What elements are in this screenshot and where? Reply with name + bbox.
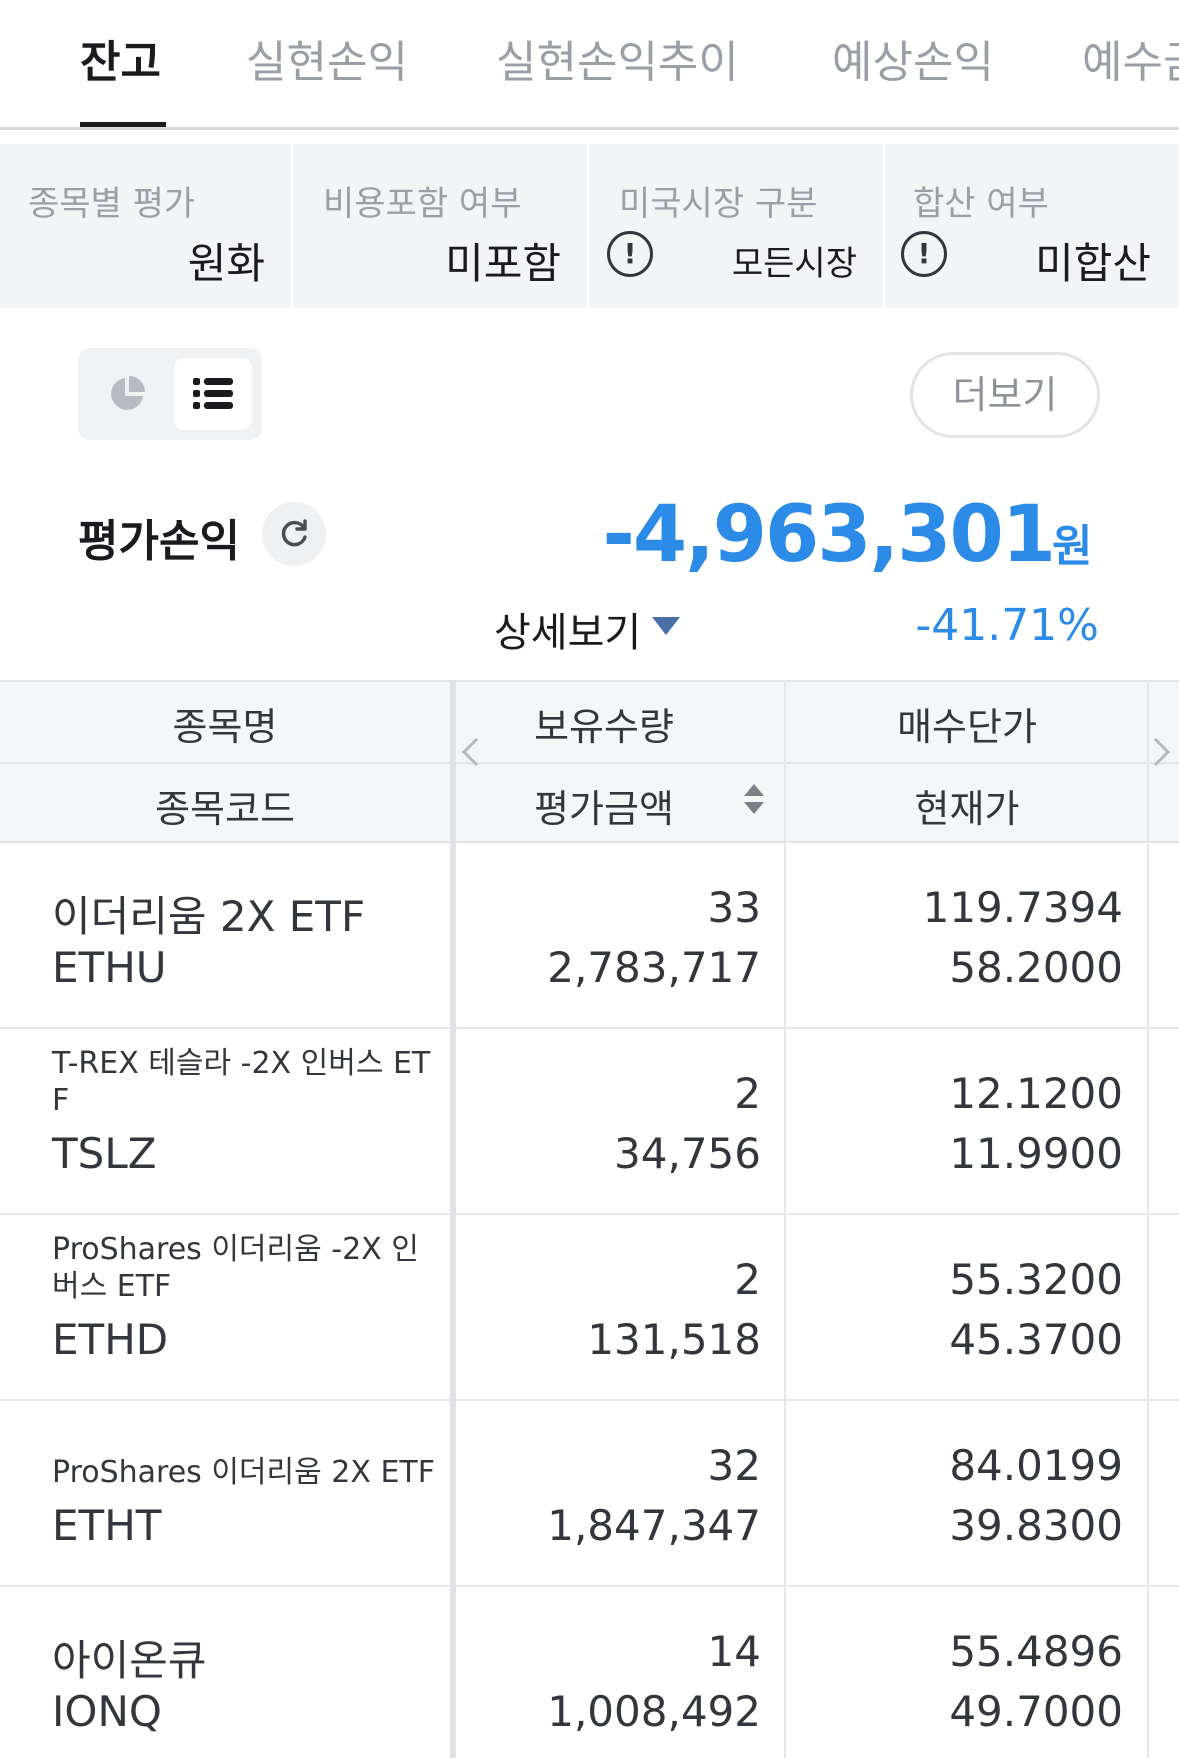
column-divider (784, 680, 786, 1758)
holding-quantity: 2 (734, 1255, 761, 1304)
filter-include-fees[interactable]: 비용포함 여부 미포함 (293, 144, 589, 308)
pie-chart-icon[interactable] (88, 358, 166, 430)
header-current-price: 현재가 (914, 787, 1020, 831)
info-icon[interactable]: ! (607, 231, 653, 277)
header-quantity: 보유수량 (534, 705, 674, 749)
filter-value: 미포함 (445, 239, 561, 288)
current-price: 11.9900 (949, 1129, 1123, 1178)
tab-expected-pnl[interactable]: 예상손익 (832, 26, 994, 90)
stock-code: TSLZ (52, 1129, 157, 1178)
stock-name: T-REX 테슬라 -2X 인버스 ET (52, 1046, 431, 1081)
stock-name: 이더리움 2X ETF (52, 892, 366, 941)
evaluation-amount: 1,847,347 (547, 1501, 761, 1550)
stock-name: ProShares 이더리움 -2X 인 (52, 1232, 419, 1267)
tab-realized-pnl[interactable]: 실현손익 (246, 26, 408, 90)
buy-price: 84.0199 (949, 1441, 1123, 1490)
holding-quantity: 14 (707, 1627, 761, 1676)
stock-name: 아이온큐 (52, 1636, 207, 1685)
pnl-title: 평가손익 (78, 516, 240, 567)
sort-icon[interactable] (744, 784, 764, 814)
buy-price: 55.3200 (949, 1255, 1123, 1304)
filter-label: 비용포함 여부 (323, 184, 522, 224)
column-divider (1147, 680, 1149, 1758)
refresh-icon[interactable] (262, 502, 326, 566)
stock-name-continued: F (52, 1083, 70, 1118)
table-row[interactable]: ProShares 이더리움 -2X 인 버스 ETF ETHD 2 131,5… (0, 1215, 1179, 1401)
header-stock-name: 종목명 (172, 705, 278, 749)
table-row[interactable]: 이더리움 2X ETF ETHU 33 2,783,717 119.7394 5… (0, 843, 1179, 1029)
caret-down-icon[interactable] (652, 617, 680, 635)
stock-code: ETHD (52, 1315, 169, 1364)
filter-bar: 종목별 평가 원화 비용포함 여부 미포함 미국시장 구분 ! 모든시장 합산 … (0, 144, 1179, 308)
filter-label: 합산 여부 (913, 184, 1049, 224)
current-price: 39.8300 (949, 1501, 1123, 1550)
filter-label: 종목별 평가 (28, 184, 196, 224)
tab-realized-pnl-trend[interactable]: 실현손익추이 (496, 26, 739, 90)
current-price: 49.7000 (949, 1687, 1123, 1736)
pnl-unit: 원 (1052, 521, 1093, 572)
evaluation-amount: 2,783,717 (547, 943, 761, 992)
active-tab-indicator (80, 122, 166, 127)
holding-quantity: 33 (707, 883, 761, 932)
filter-value: 원화 (187, 239, 265, 288)
column-divider (450, 680, 456, 1758)
detail-view-button[interactable]: 상세보기 (494, 600, 641, 658)
filter-us-market[interactable]: 미국시장 구분 ! 모든시장 (589, 144, 885, 308)
stock-code: ETHU (52, 943, 167, 992)
table-row[interactable]: T-REX 테슬라 -2X 인버스 ET F TSLZ 2 34,756 12.… (0, 1029, 1179, 1215)
stock-name-continued: 버스 ETF (52, 1269, 172, 1304)
evaluation-amount: 131,518 (587, 1315, 761, 1364)
current-price: 45.3700 (949, 1315, 1123, 1364)
holding-quantity: 32 (707, 1441, 761, 1490)
header-eval-amount[interactable]: 평가금액 (456, 778, 752, 833)
pnl-amount: -4,963,301 (602, 490, 1056, 580)
table-row[interactable]: 아이온큐 IONQ 14 1,008,492 55.4896 49.7000 (0, 1587, 1179, 1758)
table-row[interactable]: ProShares 이더리움 2X ETF ETHT 32 1,847,347 … (0, 1401, 1179, 1587)
filter-value: 미합산 (1035, 239, 1151, 288)
evaluation-amount: 1,008,492 (547, 1687, 761, 1736)
info-icon[interactable]: ! (901, 231, 947, 277)
divider (0, 762, 1179, 764)
filter-aggregate[interactable]: 합산 여부 ! 미합산 (885, 144, 1179, 308)
filter-value: 모든시장 (731, 244, 857, 284)
current-price: 58.2000 (949, 943, 1123, 992)
buy-price: 12.1200 (949, 1069, 1123, 1118)
stock-code: IONQ (52, 1687, 162, 1736)
view-toggle (78, 348, 262, 440)
filter-label: 미국시장 구분 (619, 184, 818, 224)
buy-price: 119.7394 (922, 883, 1123, 932)
tab-deposit[interactable]: 예수금 (1082, 26, 1179, 90)
buy-price: 55.4896 (949, 1627, 1123, 1676)
pnl-rate: -41.71% (915, 600, 1099, 651)
evaluation-amount: 34,756 (614, 1129, 761, 1178)
filter-evaluation-currency[interactable]: 종목별 평가 원화 (0, 144, 293, 308)
holding-quantity: 2 (734, 1069, 761, 1118)
header-buy-price: 매수단가 (897, 705, 1037, 749)
header-stock-code: 종목코드 (155, 787, 295, 831)
stock-name: ProShares 이더리움 2X ETF (52, 1455, 435, 1490)
more-button[interactable]: 더보기 (910, 352, 1100, 438)
tab-balance[interactable]: 잔고 (80, 26, 161, 90)
table-header: 종목명 종목코드 보유수량 평가금액 매수단가 현재가 (0, 680, 1179, 843)
tab-bar: 잔고 실현손익 실현손익추이 예상손익 예수금 (0, 0, 1179, 130)
stock-code: ETHT (52, 1501, 162, 1550)
list-icon[interactable] (174, 358, 252, 430)
